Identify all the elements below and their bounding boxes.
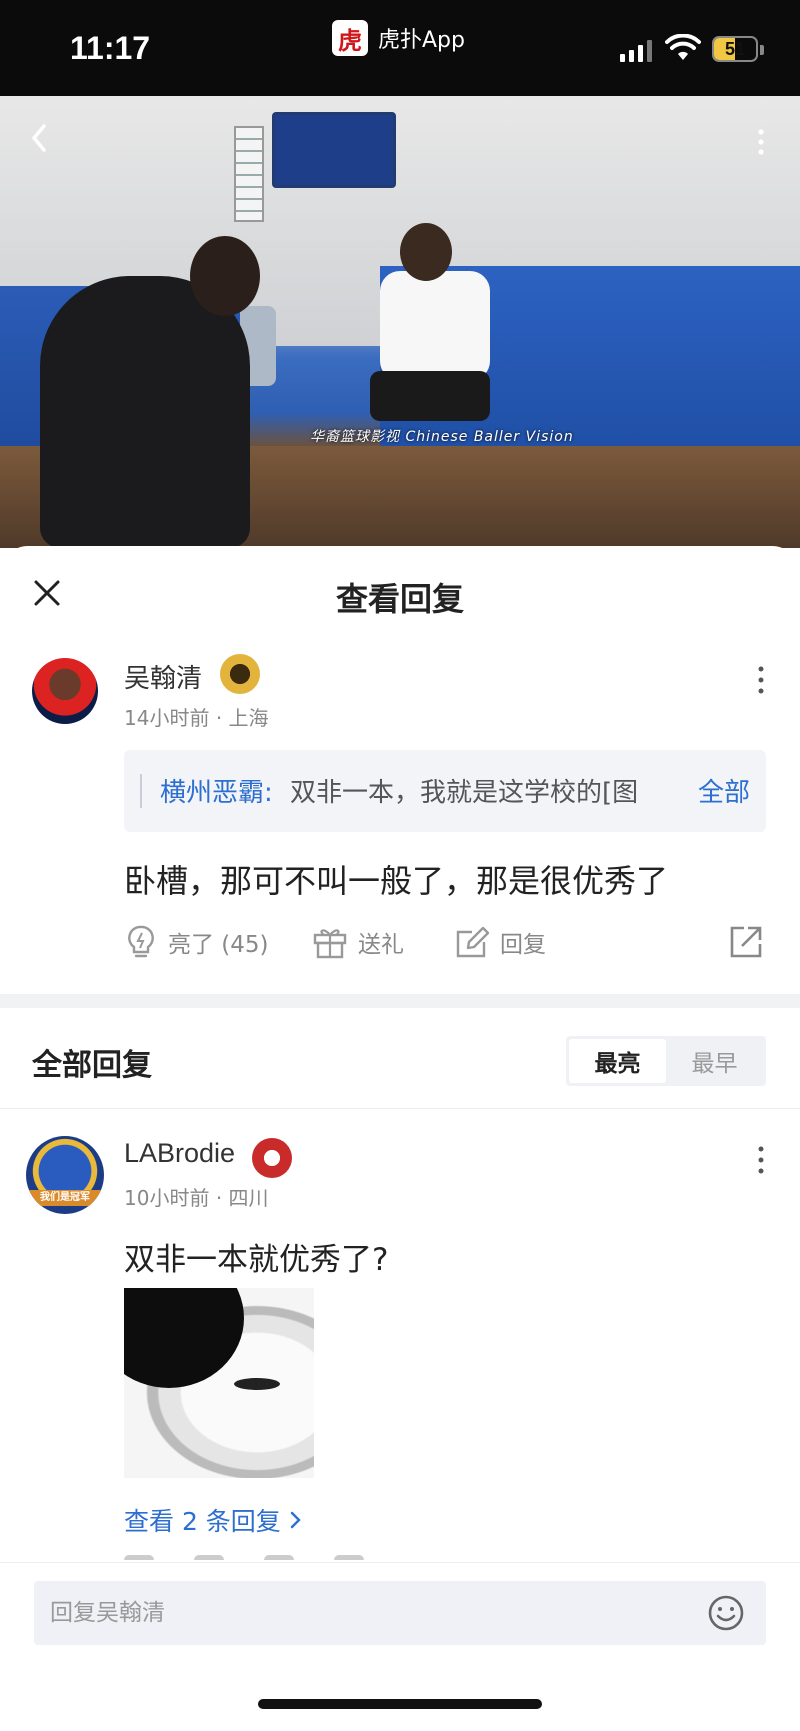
battery-tip xyxy=(760,45,764,55)
video-player-dribbling xyxy=(370,223,490,421)
battery-icon: 51 xyxy=(712,36,758,62)
wifi-icon xyxy=(665,34,701,60)
app-logo-icon: 虎 xyxy=(332,20,368,56)
cellular-signal-icon xyxy=(620,40,652,62)
reply-text: 双非一本就优秀了? xyxy=(124,1242,389,1278)
video-player[interactable]: 华裔篮球影视 Chinese Baller Vision xyxy=(0,96,800,548)
sheet-header: 查看回复 xyxy=(0,546,800,638)
comment-text: 卧槽，那可不叫一般了，那是很优秀了 xyxy=(124,862,669,900)
reply-sheet: 查看回复 吴翰清 14小时前 · 上海 横州恶霸: 双非一本，我就是这学校的[图… xyxy=(0,546,800,1731)
header-divider xyxy=(0,1108,800,1109)
reply-label: 回复 xyxy=(500,932,546,958)
status-time: 11:17 xyxy=(70,30,151,66)
gift-button[interactable]: 送礼 xyxy=(312,920,404,964)
battery-percent: 51 xyxy=(724,39,746,59)
more-icon[interactable] xyxy=(748,122,774,162)
sort-option-earliest[interactable]: 最早 xyxy=(666,1039,763,1083)
reply-avatar[interactable]: 我们是冠军 xyxy=(26,1136,104,1214)
video-caption: 华裔篮球影视 Chinese Baller Vision xyxy=(310,429,574,445)
emoji-icon[interactable] xyxy=(706,1593,746,1633)
comment-more-icon[interactable] xyxy=(754,660,768,700)
meta-separator: · xyxy=(215,1186,229,1210)
video-scoreboard xyxy=(272,112,396,188)
reply-image[interactable] xyxy=(124,1288,314,1478)
meta-separator: · xyxy=(215,706,229,730)
quote-bar xyxy=(140,774,142,808)
app-indicator[interactable]: 虎 虎扑App xyxy=(332,20,465,56)
reply-time: 10小时前 xyxy=(124,1186,210,1210)
reply-button[interactable]: 回复 xyxy=(454,920,546,964)
avatar[interactable] xyxy=(32,658,98,724)
reply-more-icon[interactable] xyxy=(754,1140,768,1180)
share-icon[interactable] xyxy=(728,924,764,960)
username[interactable]: 吴翰清 xyxy=(124,658,202,695)
back-icon[interactable] xyxy=(24,118,54,158)
avatar-ribbon: 我们是冠军 xyxy=(26,1190,104,1206)
video-coach xyxy=(40,236,260,548)
comment-time: 14小时前 xyxy=(124,706,210,730)
chevron-right-icon xyxy=(290,1511,301,1529)
status-bar: 11:17 虎 虎扑App 51 xyxy=(0,0,800,96)
gift-icon xyxy=(313,929,347,959)
user-badge-icon[interactable] xyxy=(220,654,260,694)
reply-bar xyxy=(0,1562,800,1731)
comment-location: 上海 xyxy=(228,706,269,730)
team-badge-icon[interactable] xyxy=(252,1138,292,1178)
video-window xyxy=(234,126,264,222)
sort-option-brightest[interactable]: 最亮 xyxy=(569,1039,666,1083)
reply-meta: 10小时前 · 四川 xyxy=(124,1182,269,1211)
comment-meta: 14小时前 · 上海 xyxy=(124,702,269,731)
home-indicator xyxy=(258,1699,542,1709)
like-button[interactable]: 亮了 (45) xyxy=(124,920,269,964)
all-replies-title: 全部回复 xyxy=(32,1048,152,1083)
app-name: 虎扑App xyxy=(378,28,465,53)
quote-expand-link[interactable]: 全部 xyxy=(681,772,750,809)
quote-author[interactable]: 横州恶霸: xyxy=(160,772,273,809)
sheet-title: 查看回复 xyxy=(335,580,464,618)
next-reply-peek xyxy=(124,1550,524,1560)
edit-icon xyxy=(456,926,490,958)
reply-input[interactable] xyxy=(34,1581,766,1645)
view-replies-link[interactable]: 查看 2 条回复 xyxy=(124,1502,303,1538)
comment-actions: 亮了 (45) 送礼 回复 xyxy=(124,920,774,964)
reply-location: 四川 xyxy=(228,1186,269,1210)
section-divider xyxy=(0,994,800,1008)
gift-label: 送礼 xyxy=(358,932,404,958)
reply-username[interactable]: LABrodie xyxy=(124,1138,235,1169)
lightbulb-icon xyxy=(128,925,154,958)
quoted-comment[interactable]: 横州恶霸: 双非一本，我就是这学校的[图 全部 xyxy=(124,750,766,832)
like-label: 亮了 (45) xyxy=(168,932,269,958)
sort-toggle: 最亮 最早 xyxy=(566,1036,766,1086)
view-replies-label: 查看 2 条回复 xyxy=(124,1507,281,1536)
